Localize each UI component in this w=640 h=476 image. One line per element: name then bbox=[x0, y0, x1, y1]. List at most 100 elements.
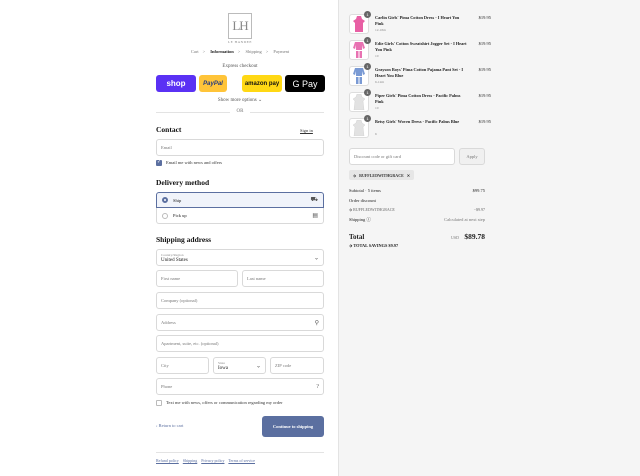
item-name: Edie Girls' Cotton Sweatshirt Jogger Set… bbox=[375, 41, 467, 52]
brand-logo[interactable]: LH bbox=[228, 13, 252, 39]
cart-item: 1 Edie Girls' Cotton Sweatshirt Jogger S… bbox=[349, 37, 491, 64]
delivery-method-heading: Delivery method bbox=[156, 178, 210, 187]
paypal-button[interactable]: PayPal bbox=[199, 75, 227, 92]
quantity-badge: 1 bbox=[364, 115, 371, 122]
sms-checkbox[interactable] bbox=[156, 400, 162, 406]
terms-of-service-link[interactable]: Terms of service bbox=[228, 458, 255, 463]
shop-pay-button[interactable]: shop bbox=[156, 75, 196, 92]
ship-radio[interactable] bbox=[162, 197, 168, 203]
first-name-field[interactable]: First name bbox=[156, 270, 238, 287]
newsletter-label: Email me with news and offers bbox=[166, 160, 223, 165]
apartment-placeholder: Apartment, suite, etc. (optional) bbox=[161, 341, 219, 346]
company-field[interactable]: Company (optional) bbox=[156, 292, 324, 309]
pickup-radio[interactable] bbox=[162, 212, 168, 219]
order-discount-row: Order discount bbox=[349, 198, 485, 203]
brand-logo-text: LE HANDEE bbox=[227, 40, 253, 44]
cart-item: 1 Grayson Boys' Pima Cotton Pajama Pant … bbox=[349, 63, 491, 90]
sign-in-link[interactable]: Sign in bbox=[300, 128, 313, 133]
applied-discount-tag: ⬗ RUFFLEDWITHGRACE ✕ bbox=[349, 170, 415, 180]
subtotal-label: Subtotal · 5 items bbox=[349, 188, 381, 193]
google-pay-button[interactable]: G Pay bbox=[285, 75, 325, 92]
company-placeholder: Company (optional) bbox=[161, 298, 198, 303]
return-to-cart-link[interactable]: ‹ Return to cart bbox=[156, 423, 183, 428]
item-price: $19.95 bbox=[478, 67, 491, 72]
help-icon[interactable]: ⓘ bbox=[366, 217, 371, 222]
country-value: United States bbox=[161, 258, 188, 263]
total-savings: ⬗ TOTAL SAVINGS $9.97 bbox=[349, 243, 398, 249]
phone-placeholder: Phone bbox=[161, 384, 173, 389]
state-label: State bbox=[218, 361, 225, 365]
apply-discount-button[interactable]: Apply bbox=[459, 148, 485, 165]
continue-to-shipping-button[interactable]: Continue to shipping bbox=[262, 416, 324, 437]
phone-field[interactable]: Phone ? bbox=[156, 378, 324, 395]
close-icon[interactable]: ✕ bbox=[407, 173, 410, 178]
cart-item: 1 Piper Girls' Pima Cotton Dress - Pacif… bbox=[349, 89, 491, 116]
contact-heading: Contact bbox=[156, 125, 182, 134]
quantity-badge: 1 bbox=[364, 63, 371, 70]
footer-divider bbox=[156, 452, 324, 453]
privacy-policy-link[interactable]: Privacy policy bbox=[201, 458, 224, 463]
chevron-right-icon: > bbox=[265, 49, 269, 54]
address-field[interactable]: Address ⚲ bbox=[156, 314, 324, 331]
breadcrumb-payment: Payment bbox=[273, 49, 290, 54]
country-select[interactable]: Country/Region United States ⌄ bbox=[156, 249, 324, 266]
logo-letters: LH bbox=[232, 18, 248, 33]
discount-value: −$9.97 bbox=[473, 207, 485, 212]
breadcrumb-information: Information bbox=[210, 49, 234, 54]
subtotal-row: Subtotal · 5 items $99.75 bbox=[349, 188, 485, 193]
item-price: $19.95 bbox=[478, 41, 491, 46]
email-field[interactable]: Email bbox=[156, 139, 324, 156]
cart-item: 1 Carlin Girls' Pima Cotton Dress - I He… bbox=[349, 11, 491, 38]
show-more-options-link[interactable]: Show more options ⌄ bbox=[156, 97, 324, 103]
city-placeholder: City bbox=[161, 363, 169, 368]
delivery-option-ship[interactable]: Ship ⛟ bbox=[156, 192, 324, 208]
truck-icon: ⛟ bbox=[310, 197, 318, 203]
email-placeholder: Email bbox=[161, 145, 172, 150]
total-value: $89.78 bbox=[464, 232, 485, 241]
cart-item: 1 Betsy Girls' Woven Dress - Pacific Pal… bbox=[349, 115, 491, 142]
refund-policy-link[interactable]: Refund policy bbox=[156, 458, 179, 463]
shipping-row: Shipping ⓘ Calculated at next step bbox=[349, 217, 485, 223]
chevron-right-icon: > bbox=[237, 49, 241, 54]
amazon-pay-button[interactable]: amazon pay bbox=[242, 75, 282, 92]
item-variant: 6-12m bbox=[375, 80, 385, 84]
applied-code-label: RUFFLEDWITHGRACE bbox=[359, 172, 404, 178]
sms-label: Text me with news, offers or communicati… bbox=[166, 400, 283, 405]
breadcrumb-cart[interactable]: Cart bbox=[191, 49, 199, 54]
breadcrumb-shipping: Shipping bbox=[245, 49, 262, 54]
country-label: Country/Region bbox=[161, 253, 184, 257]
item-variant: 6 bbox=[375, 132, 377, 136]
state-select[interactable]: State Iowa ⌄ bbox=[213, 357, 266, 374]
zip-field[interactable]: ZIP code bbox=[270, 357, 324, 374]
first-name-placeholder: First name bbox=[161, 276, 181, 281]
shipping-value: Calculated at next step bbox=[444, 217, 485, 222]
pickup-label: Pick up bbox=[173, 213, 187, 218]
discount-placeholder: Discount code or gift card bbox=[354, 154, 401, 159]
item-variant: 10 bbox=[375, 54, 379, 58]
item-variant: 12-18m bbox=[375, 28, 386, 32]
shipping-label: Shipping bbox=[349, 217, 366, 222]
search-icon: ⚲ bbox=[314, 320, 319, 326]
delivery-option-pickup[interactable]: Pick up ▤ bbox=[156, 208, 324, 224]
last-name-placeholder: Last name bbox=[247, 276, 266, 281]
shipping-address-heading: Shipping address bbox=[156, 235, 212, 244]
discount-code-input[interactable]: Discount code or gift card bbox=[349, 148, 455, 165]
shipping-policy-link[interactable]: Shipping bbox=[183, 458, 197, 463]
help-icon[interactable]: ? bbox=[316, 384, 319, 390]
order-discount-label: Order discount bbox=[349, 198, 376, 203]
item-price: $19.95 bbox=[478, 93, 491, 98]
or-label: OR bbox=[230, 109, 250, 114]
item-price: $19.95 bbox=[478, 119, 491, 124]
apartment-field[interactable]: Apartment, suite, etc. (optional) bbox=[156, 335, 324, 352]
newsletter-checkbox[interactable]: ✓ bbox=[156, 160, 162, 166]
discount-code-label: RUFFLEDWITHGRACE bbox=[353, 207, 395, 212]
store-icon: ▤ bbox=[312, 213, 318, 219]
quantity-badge: 1 bbox=[364, 89, 371, 96]
city-field[interactable]: City bbox=[156, 357, 209, 374]
last-name-field[interactable]: Last name bbox=[242, 270, 324, 287]
checkout-form-panel: LH LE HANDEE Cart > Information > Shipping… bbox=[0, 0, 338, 476]
discount-code-row: ⬗ RUFFLEDWITHGRACE −$9.97 bbox=[349, 207, 485, 212]
chevron-right-icon: > bbox=[202, 49, 206, 54]
quantity-badge: 1 bbox=[364, 11, 371, 18]
tag-icon: ⬗ bbox=[353, 172, 357, 178]
